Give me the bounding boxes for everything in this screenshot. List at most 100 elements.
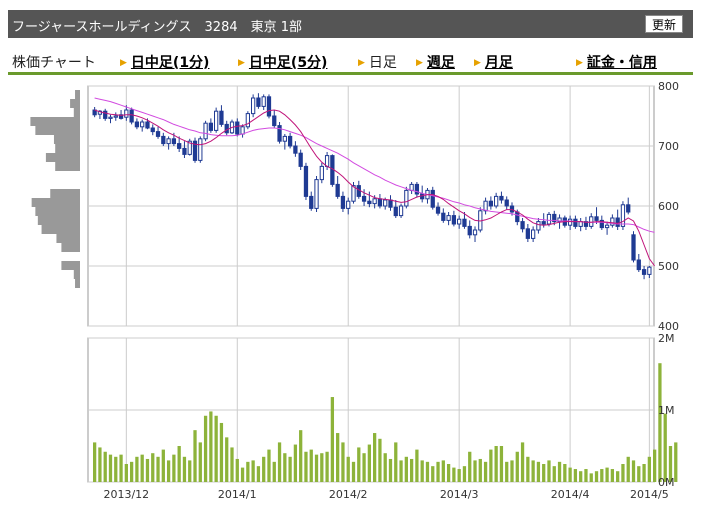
volume-bar	[531, 460, 535, 482]
volume-bar	[436, 461, 440, 482]
volume-bar	[209, 411, 213, 482]
volume-bar	[621, 464, 625, 482]
tab-daily: ▶ 日足	[358, 52, 397, 72]
candle-body	[573, 218, 578, 227]
volume-bar	[314, 454, 319, 482]
volume-profile-bar	[30, 117, 80, 126]
volume-bar	[108, 454, 113, 482]
candle-body	[372, 198, 377, 205]
volume-bar	[309, 449, 313, 482]
candle-body	[155, 131, 161, 137]
volume-bar	[230, 447, 234, 482]
tab-label[interactable]: 月足	[485, 55, 513, 71]
volume-bar	[114, 456, 118, 482]
volume-bar	[177, 446, 181, 482]
volume-profile-bar	[61, 261, 80, 270]
volume-bar	[293, 444, 298, 482]
candle-body	[277, 125, 282, 142]
price-plot-frame	[87, 85, 655, 327]
volume-bar	[658, 363, 662, 482]
tab-monthly[interactable]: ▶ 月足	[474, 52, 513, 72]
tab-intraday-1min[interactable]: ▶ 日中足(1分)	[120, 52, 209, 72]
volume-bar	[547, 460, 551, 482]
volume-bar	[589, 473, 593, 482]
candle-body	[198, 138, 203, 161]
volume-bar	[642, 464, 646, 482]
candle-body	[287, 135, 293, 147]
tab-label[interactable]: 週足	[427, 55, 455, 71]
chart-section-label: 株価チャート	[12, 52, 96, 72]
candle-body	[636, 259, 641, 271]
candle-body	[525, 228, 530, 239]
candle-body	[92, 109, 97, 116]
refresh-button[interactable]: 更新	[644, 15, 683, 33]
candle-body	[567, 218, 573, 226]
volume-bar	[441, 460, 445, 482]
volume-bar	[579, 471, 583, 482]
volume-bar	[262, 456, 266, 482]
candle-body	[303, 165, 309, 197]
volume-bar	[367, 444, 371, 482]
tab-intraday-5min[interactable]: ▶ 日中足(5分)	[238, 52, 327, 72]
volume-bar	[161, 449, 165, 482]
candle-body	[446, 215, 451, 221]
candle-body	[187, 140, 192, 155]
arrow-right-icon: ▶	[576, 58, 583, 68]
candle-body	[203, 122, 208, 140]
chart-nav-bar: 株価チャート ▶ 日中足(1分) ▶ 日中足(5分) ▶ 日足 ▶ 週足 ▶ 月足 ▶ 証金…	[8, 50, 693, 75]
candle-body	[118, 114, 124, 119]
candle-body	[324, 155, 330, 167]
volume-bar	[415, 449, 419, 482]
candle-body	[235, 121, 240, 135]
volume-tick-label: 0M	[658, 476, 675, 489]
candle-body	[250, 97, 256, 115]
candle-body	[620, 204, 626, 227]
candle-body	[272, 115, 277, 127]
tab-label[interactable]: 証金・信用	[587, 55, 657, 71]
volume-bar	[610, 469, 615, 482]
volume-bar	[341, 442, 345, 482]
arrow-right-icon: ▶	[238, 58, 245, 68]
volume-bar	[505, 461, 509, 482]
x-tick-label: 2014/1	[218, 488, 257, 501]
axes: 2013/12 2014/1 2014/2 2014/3 2014/4 2014/5 800…	[103, 80, 679, 501]
volume-bar	[584, 469, 588, 482]
volume-profile-bar	[53, 135, 80, 144]
tab-label[interactable]: 日中足(5分)	[249, 55, 328, 71]
volume-bar	[446, 464, 451, 482]
volume-bar	[357, 447, 361, 482]
volume-bar	[198, 442, 202, 482]
tab-margin-credit[interactable]: ▶ 証金・信用	[576, 52, 657, 72]
volume-bar	[568, 467, 572, 482]
volume-bar	[277, 442, 282, 482]
candle-body	[393, 206, 398, 217]
volume-bar	[515, 451, 519, 482]
volume-bar	[346, 456, 350, 482]
volume-bar	[145, 458, 150, 482]
candle-body	[589, 216, 594, 227]
candle-body	[515, 211, 520, 223]
candle-body	[504, 199, 509, 207]
volume-bars	[93, 363, 678, 482]
volume-bar	[330, 397, 335, 482]
volume-bar	[304, 451, 308, 482]
candle-body	[361, 195, 367, 202]
tab-weekly[interactable]: ▶ 週足	[416, 52, 455, 72]
moving-averages	[94, 97, 656, 267]
volume-bar	[98, 447, 102, 482]
volume-profile-bar	[55, 162, 80, 171]
candle-body	[256, 97, 261, 107]
volume-bar	[668, 446, 673, 482]
volume-bar	[483, 461, 488, 482]
volume-bar	[351, 461, 356, 482]
tab-label[interactable]: 日中足(1分)	[131, 55, 210, 71]
volume-bar	[653, 449, 657, 482]
candle-body	[420, 193, 425, 200]
candle-body	[266, 96, 272, 117]
candle-body	[451, 215, 457, 225]
volume-bar	[214, 415, 218, 482]
volume-bar	[135, 456, 139, 482]
candle-body	[192, 140, 198, 161]
candle-body	[377, 198, 383, 207]
candle-body	[430, 189, 435, 208]
